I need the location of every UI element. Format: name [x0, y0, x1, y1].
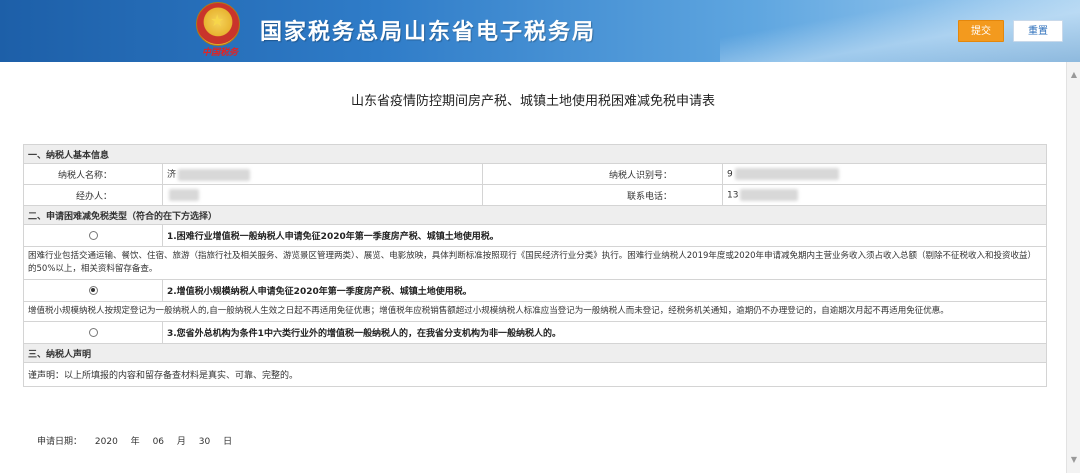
- apply-date: 申请日期： 2020 年 06 月 30 日: [37, 434, 240, 447]
- apply-date-year-unit: 年: [130, 437, 140, 447]
- table-row: 纳税人名称： 济 纳税人识别号： 9: [23, 163, 1048, 185]
- taxpayer-id-value: 9: [727, 169, 733, 180]
- apply-date-month-unit: 月: [176, 437, 186, 447]
- apply-date-day-unit: 日: [223, 437, 233, 447]
- option-2-label: 2.增值税小规模纳税人申请免征2020年第一季度房产税、城镇土地使用税。: [161, 279, 1048, 302]
- emblem-caption: 中国税务: [201, 48, 238, 58]
- section-header-declaration: 三、纳税人声明: [22, 343, 1048, 363]
- agent-field[interactable]: [162, 184, 483, 206]
- option-1-label: 1.困难行业增值税一般纳税人申请免征2020年第一季度房产税、城镇土地使用税。: [161, 224, 1048, 247]
- redacted-mask: [734, 168, 839, 180]
- section-title: 三、纳税人声明: [22, 343, 1048, 363]
- taxpayer-id-label: 纳税人识别号：: [482, 163, 723, 185]
- phone-field[interactable]: 13: [721, 184, 1048, 206]
- taxpayer-name-label: 纳税人名称：: [23, 163, 163, 185]
- scroll-down-arrow-icon[interactable]: ▼: [1069, 455, 1079, 465]
- phone-value: 13: [727, 190, 739, 201]
- option-1-description-row: 困难行业包括交通运输、餐饮、住宿、旅游（指旅行社及相关服务、游览景区管理两类）、…: [22, 246, 1048, 280]
- phone-label: 联系电话：: [482, 184, 723, 206]
- option-3-radio[interactable]: [88, 327, 98, 337]
- option-row-3[interactable]: 3.您省外总机构为条件1中六类行业外的增值税一般纳税人的，在我省分支机构为非一般…: [23, 321, 1048, 344]
- option-row-1[interactable]: 1.困难行业增值税一般纳税人申请免征2020年第一季度房产税、城镇土地使用税。: [23, 224, 1048, 247]
- redacted-mask: [740, 189, 799, 201]
- declaration-row: 谨声明：以上所填报的内容和留存备查材料是真实、可靠、完整的。: [22, 362, 1048, 387]
- star-icon: ★: [210, 11, 225, 30]
- redacted-mask: [169, 189, 199, 201]
- radio-cell[interactable]: [23, 224, 163, 247]
- vertical-scrollbar[interactable]: ▲ ▼: [1066, 62, 1080, 473]
- option-row-2[interactable]: 2.增值税小规模纳税人申请免征2020年第一季度房产税、城镇土地使用税。: [23, 279, 1048, 302]
- option-1-description: 困难行业包括交通运输、餐饮、住宿、旅游（指旅行社及相关服务、游览景区管理两类）、…: [22, 246, 1048, 280]
- section-header-relief-type: 二、申请困难减免税类型（符合的在下方选择）: [22, 205, 1048, 225]
- section-title: 一、纳税人基本信息: [22, 144, 1048, 164]
- apply-date-label: 申请日期：: [37, 437, 83, 447]
- app-header: ★ 中国税务 国家税务总局山东省电子税务局 提交 重置: [0, 0, 1080, 62]
- table-row: 经办人： 联系电话： 13: [23, 184, 1048, 206]
- form-title: 山东省疫情防控期间房产税、城镇土地使用税困难减免税申请表: [350, 94, 715, 109]
- application-form-table: 一、纳税人基本信息 纳税人名称： 济 纳税人识别号： 9 经办人： 联系电话： …: [22, 144, 1048, 387]
- option-2-radio[interactable]: [88, 285, 98, 295]
- taxpayer-name-field[interactable]: 济: [162, 163, 483, 185]
- option-3-label: 3.您省外总机构为条件1中六类行业外的增值税一般纳税人的，在我省分支机构为非一般…: [161, 321, 1048, 344]
- option-2-description: 增值税小规模纳税人按规定登记为一般纳税人的,自一般纳税人生效之日起不再适用免征优…: [22, 301, 1048, 322]
- option-2-description-row: 增值税小规模纳税人按规定登记为一般纳税人的,自一般纳税人生效之日起不再适用免征优…: [22, 301, 1048, 322]
- reset-button[interactable]: 重置: [1013, 20, 1063, 42]
- apply-date-day: 30: [198, 437, 211, 447]
- apply-date-year: 2020: [94, 437, 118, 447]
- redacted-mask: [178, 168, 251, 181]
- form-page: 山东省疫情防控期间房产税、城镇土地使用税困难减免税申请表 一、纳税人基本信息 纳…: [0, 62, 1066, 473]
- radio-cell[interactable]: [23, 279, 163, 302]
- site-title: 国家税务总局山东省电子税务局: [260, 20, 597, 45]
- agent-label: 经办人：: [23, 184, 163, 206]
- submit-button[interactable]: 提交: [958, 20, 1004, 42]
- apply-date-month: 06: [152, 437, 165, 447]
- declaration-text: 谨声明：以上所填报的内容和留存备查材料是真实、可靠、完整的。: [22, 362, 1048, 387]
- taxpayer-name-value: 济: [167, 170, 177, 181]
- section-header-taxpayer-info: 一、纳税人基本信息: [22, 144, 1048, 164]
- section-title: 二、申请困难减免税类型（符合的在下方选择）: [22, 205, 1048, 225]
- radio-cell[interactable]: [23, 321, 163, 344]
- scroll-up-arrow-icon[interactable]: ▲: [1069, 70, 1079, 80]
- tax-emblem-icon: ★: [196, 2, 240, 46]
- taxpayer-id-field[interactable]: 9: [721, 163, 1048, 185]
- option-1-radio[interactable]: [88, 230, 98, 240]
